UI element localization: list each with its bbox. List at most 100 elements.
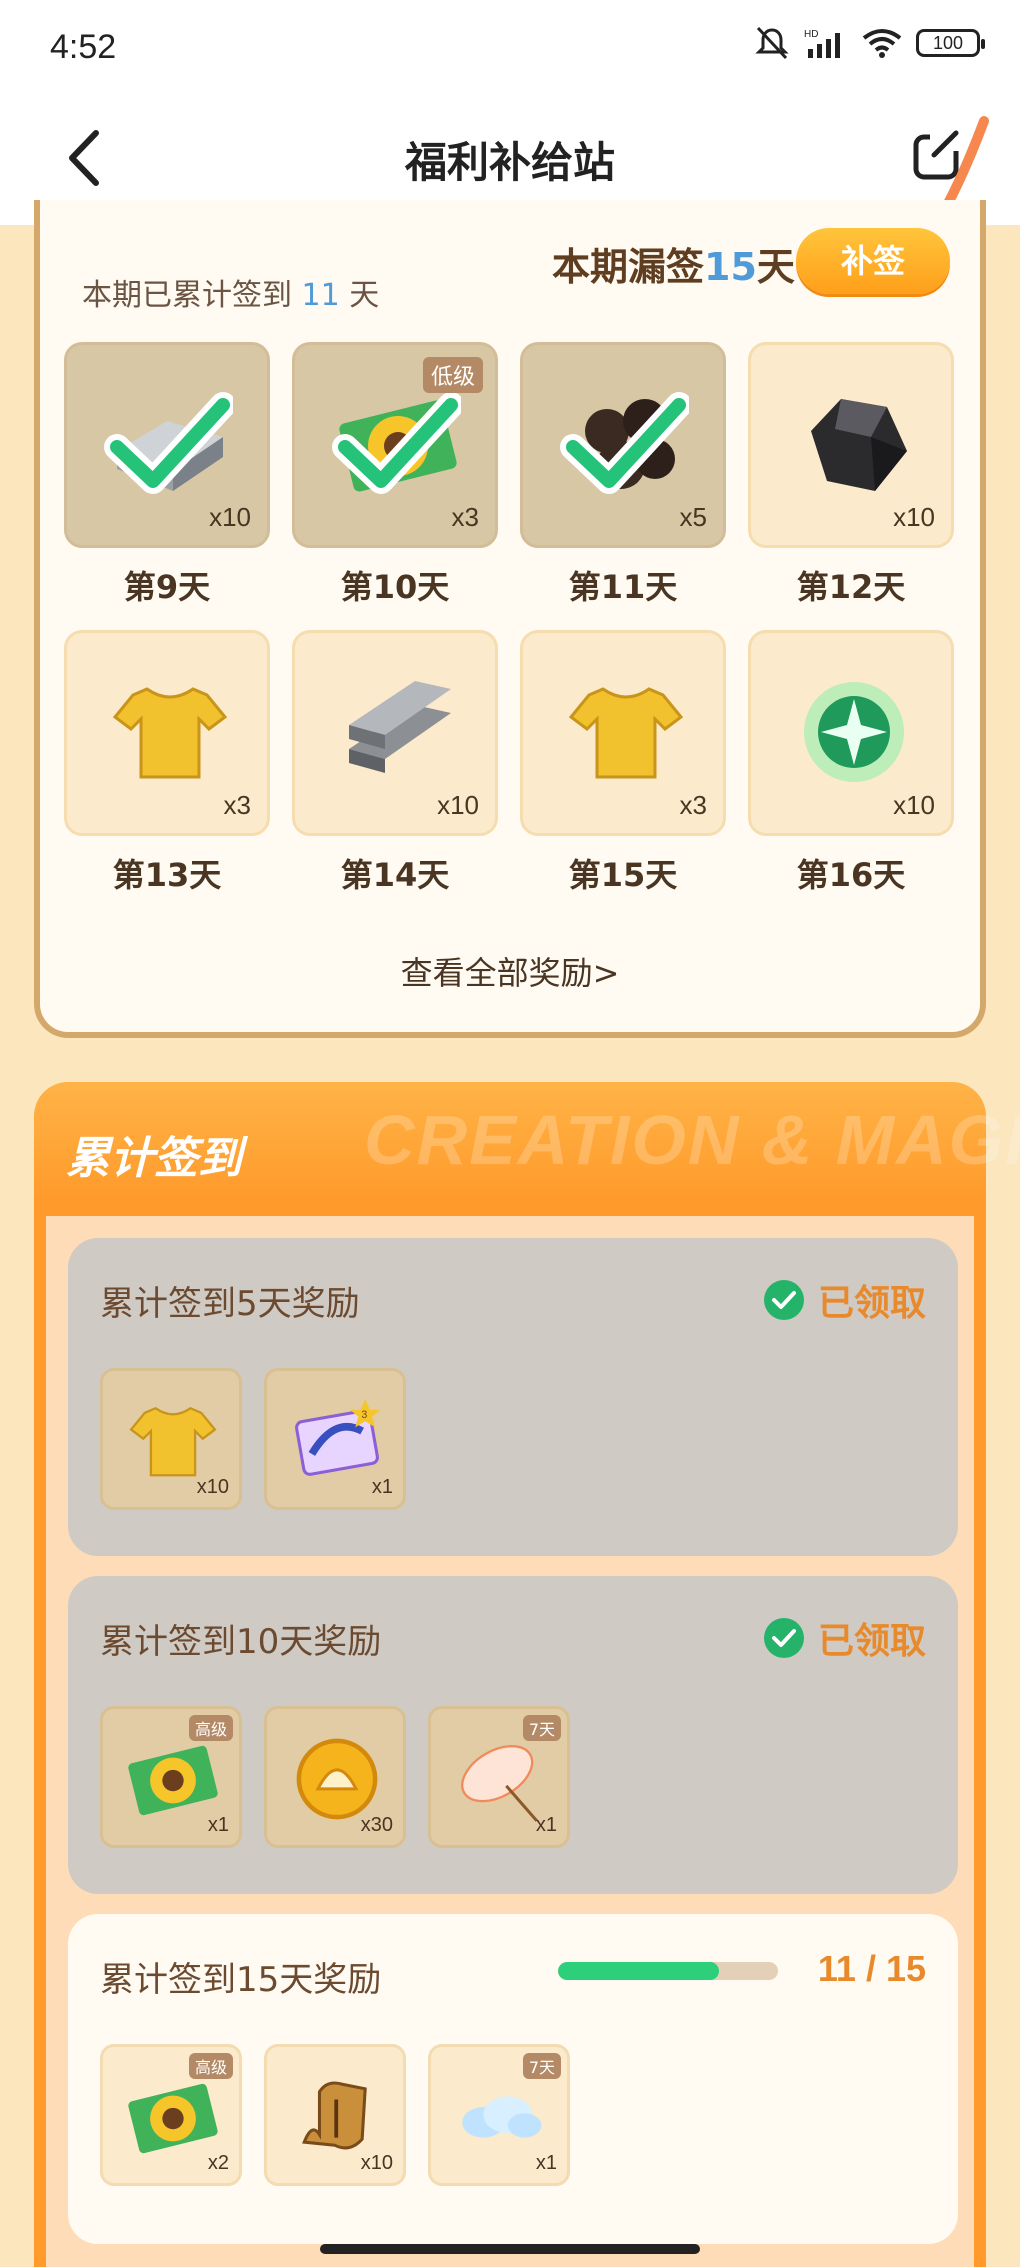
- day-reward-box: x5: [520, 342, 726, 548]
- reward-tier-10-days: 累计签到10天奖励 已领取 高级 x1 x30 7天 x1: [68, 1576, 958, 1894]
- reward-items: 高级 x1 x30 7天 x1: [100, 1706, 570, 1848]
- reward-qty: x30: [360, 1814, 393, 1836]
- battery-indicator: 100: [916, 29, 985, 57]
- reward-items: x10 3 x1: [100, 1368, 406, 1510]
- day-reward-item[interactable]: x10 第12天: [748, 342, 954, 608]
- grade-tag: 低级: [422, 357, 483, 393]
- claimed-check-icon: [104, 392, 233, 494]
- day-reward-item[interactable]: x10 第14天: [292, 630, 498, 896]
- day-label: 第10天: [340, 568, 450, 606]
- reward-item[interactable]: x10: [100, 1368, 242, 1510]
- missed-count: 15: [704, 245, 757, 289]
- day-label: 第9天: [123, 568, 211, 606]
- reward-qty: x10: [209, 502, 251, 532]
- reward-item[interactable]: 7天 x1: [428, 2044, 570, 2186]
- view-all-rewards-link[interactable]: 查看全部奖励>: [40, 948, 980, 994]
- reward-items: 高级 x2 x10 7天 x1: [100, 2044, 570, 2186]
- cumulative-title: 累计签到: [66, 1133, 242, 1184]
- reward-qty: x3: [451, 502, 479, 532]
- missed-suffix: 天: [756, 245, 795, 289]
- mute-icon: [755, 26, 789, 60]
- reward-qty: x10: [893, 502, 935, 532]
- grade-tag: 高级: [188, 2053, 233, 2079]
- home-indicator[interactable]: [320, 2244, 700, 2254]
- duration-tag: 7天: [522, 2053, 561, 2079]
- day-reward-item[interactable]: x10 第16天: [748, 630, 954, 896]
- reward-tier-15-days: 累计签到15天奖励 11 / 15 高级 x2 x10 7天 x1: [68, 1914, 958, 2244]
- reward-qty: x2: [207, 2152, 229, 2174]
- reward-qty: x10: [360, 2152, 393, 2174]
- claimed-status: 已领取: [763, 1274, 926, 1326]
- day-reward-item[interactable]: x10 第9天: [64, 342, 270, 608]
- reward-item[interactable]: 高级 x2: [100, 2044, 242, 2186]
- day-reward-box: x10: [748, 342, 954, 548]
- shell-coin-icon: [296, 1738, 378, 1820]
- accum-count: 11: [301, 278, 340, 313]
- reward-qty: x1: [535, 1814, 557, 1836]
- scroll-icon: [302, 2081, 367, 2150]
- accum-prefix: 本期已累计签到: [82, 278, 292, 313]
- day-reward-box: x3: [520, 630, 726, 836]
- reward-qty: x1: [207, 1814, 229, 1836]
- reward-qty: x3: [679, 790, 707, 820]
- reward-item[interactable]: x10: [264, 2044, 406, 2186]
- duration-tag: 7天: [522, 1715, 561, 1741]
- check-circle-icon: [763, 1618, 804, 1658]
- daily-signin-card: 本期已累计签到 11 天 本期漏签15天 补签 x10 第9天 低级 x3 第1…: [34, 200, 986, 1038]
- day-reward-box: x10: [64, 342, 270, 548]
- green-orb-icon: [804, 682, 904, 782]
- reward-item[interactable]: x30: [264, 1706, 406, 1848]
- page-title: 福利补给站: [404, 138, 615, 187]
- day-reward-box: x10: [748, 630, 954, 836]
- accumulated-signin-text: 本期已累计签到 11 天: [82, 270, 379, 314]
- grade-tag: 高级: [188, 1715, 233, 1741]
- day-reward-box: x10: [292, 630, 498, 836]
- claimed-check-icon: [332, 392, 461, 494]
- claimed-status-text: 已领取: [817, 1621, 926, 1662]
- cumulative-list: 累计签到5天奖励 已领取 x10 3 x1 累计签到10天奖励 已领取 高级 x…: [46, 1216, 974, 2267]
- claimed-check-icon: [560, 392, 689, 494]
- day-label: 第16天: [796, 856, 906, 894]
- reward-tier-title: 累计签到5天奖励: [100, 1284, 360, 1324]
- wifi-icon: [862, 29, 902, 58]
- gold-shirt-icon: [568, 687, 684, 779]
- reward-qty: x10: [437, 790, 479, 820]
- signal-icon: HD: [804, 29, 840, 58]
- reward-item[interactable]: 高级 x1: [100, 1706, 242, 1848]
- reward-item[interactable]: 7天 x1: [428, 1706, 570, 1848]
- progress-fill: [558, 1962, 720, 1980]
- signin-progress-bar: [558, 1962, 778, 1980]
- check-circle-icon: [763, 1280, 804, 1320]
- missed-prefix: 本期漏签: [552, 245, 705, 289]
- reward-qty: x10: [196, 1476, 229, 1498]
- reward-qty: x3: [223, 790, 251, 820]
- day-label: 第12天: [796, 568, 906, 606]
- day-reward-item[interactable]: x3 第13天: [64, 630, 270, 896]
- reward-qty: x5: [679, 502, 707, 532]
- svg-text:HD: HD: [804, 29, 818, 40]
- sunflower-ticket-icon: [128, 2083, 218, 2154]
- reward-qty: x1: [371, 1476, 393, 1498]
- reward-tier-title: 累计签到10天奖励: [100, 1622, 382, 1662]
- status-icons: HD 100: [754, 26, 985, 60]
- day-label: 第13天: [112, 856, 222, 894]
- day-reward-item[interactable]: 低级 x3 第10天: [292, 342, 498, 608]
- day-label: 第14天: [340, 856, 450, 894]
- reward-item[interactable]: 3 x1: [264, 1368, 406, 1510]
- day-reward-item[interactable]: x3 第15天: [520, 630, 726, 896]
- reward-qty: x1: [535, 2152, 557, 2174]
- day-label: 第11天: [568, 568, 678, 606]
- progress-count: 11 / 15: [817, 1948, 926, 1989]
- metal-bars-icon: [349, 681, 451, 773]
- day-reward-item[interactable]: x5 第11天: [520, 342, 726, 608]
- makeup-signin-button[interactable]: 补签: [796, 228, 950, 294]
- umbrella-icon: [461, 1745, 538, 1822]
- sunflower-ticket-icon: [128, 1745, 218, 1816]
- black-ore-icon: [811, 399, 907, 491]
- gold-shirt-icon: [129, 1406, 217, 1477]
- claimed-status: 已领取: [763, 1612, 926, 1664]
- banner-watermark: CREATION & MAGIC: [364, 1101, 1020, 1179]
- day-reward-box: x3: [64, 630, 270, 836]
- reward-tier-5-days: 累计签到5天奖励 已领取 x10 3 x1: [68, 1238, 958, 1556]
- reward-qty: x10: [893, 790, 935, 820]
